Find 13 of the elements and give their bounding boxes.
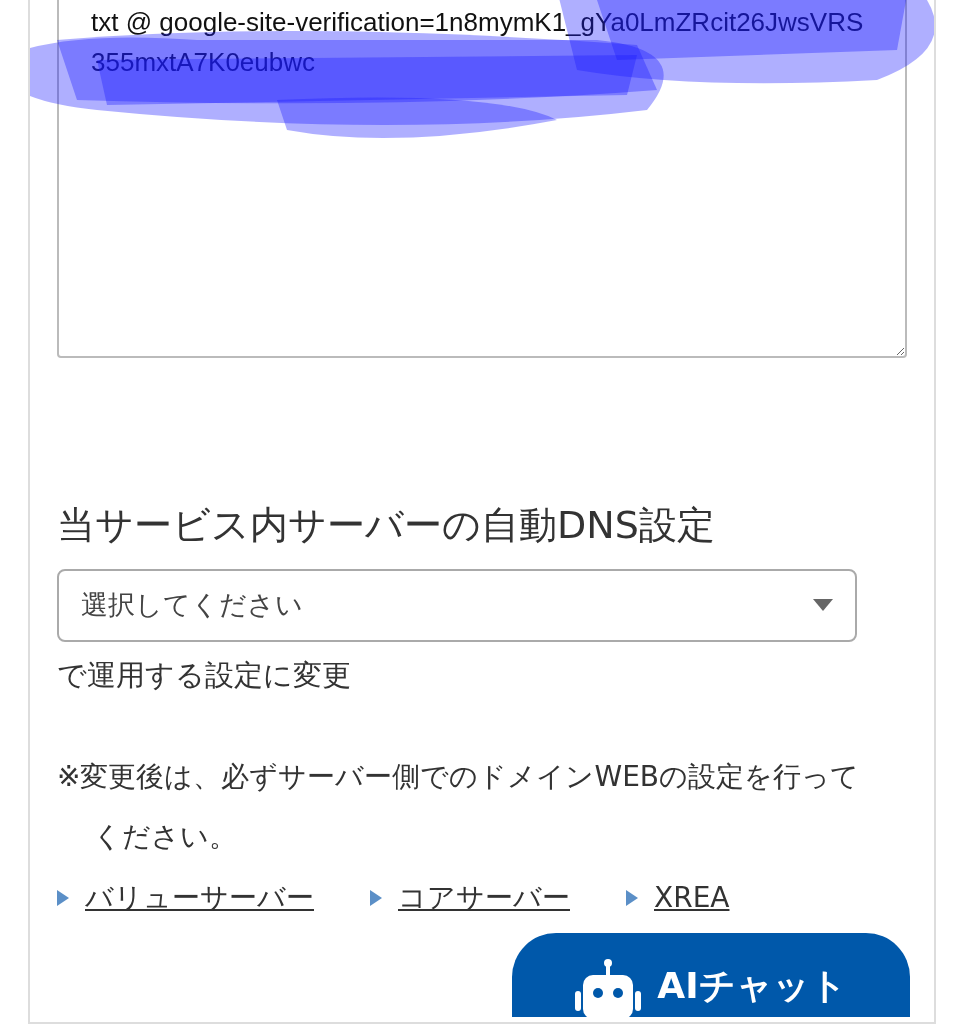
server-link[interactable]: XREA: [654, 877, 730, 920]
select-suffix-text: で運用する設定に変更: [57, 656, 352, 694]
select-field[interactable]: 選択してください: [57, 568, 857, 642]
note-text: ※変更後は、必ずサーバー側でのドメインWEBの設定を行ってください。: [57, 759, 861, 856]
ai-chat-button[interactable]: AIチャット: [512, 933, 910, 1018]
triangle-bullet-icon: [370, 890, 382, 907]
server-link[interactable]: バリューサーバー: [85, 877, 314, 920]
section-heading: 当サービス内サーバーの自動DNS設定: [57, 503, 716, 549]
triangle-bullet-icon: [57, 890, 69, 907]
server-link[interactable]: コアサーバー: [398, 877, 570, 920]
triangle-bullet-icon: [626, 890, 638, 907]
robot-icon: [575, 959, 642, 1020]
dropdown-arrow-icon: [813, 599, 833, 612]
